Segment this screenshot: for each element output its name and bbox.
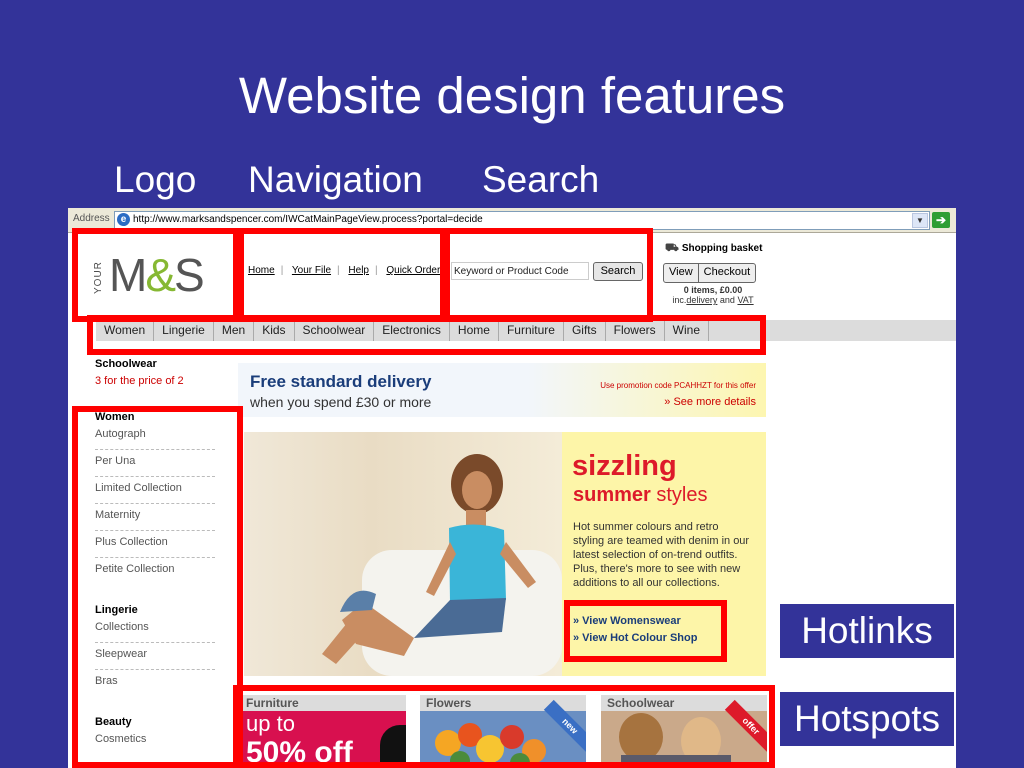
ie-page-icon: e bbox=[117, 213, 130, 226]
vat-link[interactable]: VAT bbox=[737, 295, 753, 305]
url-text: http://www.marksandspencer.com/IWCatMain… bbox=[133, 214, 483, 225]
model-photo bbox=[244, 432, 562, 676]
highlight-hotspots bbox=[233, 685, 775, 768]
sidebar-schoolwear-title[interactable]: Schoolwear bbox=[95, 358, 215, 370]
label-hotspots: Hotspots bbox=[778, 690, 956, 748]
highlight-search bbox=[444, 228, 653, 322]
slide-title: Website design features bbox=[238, 67, 786, 124]
basket-vat-note: inc.delivery and VAT bbox=[672, 295, 754, 305]
delivery-banner[interactable]: Free standard delivery when you spend £3… bbox=[238, 363, 766, 417]
address-label: Address bbox=[73, 213, 110, 224]
basket-buttons: View Checkout bbox=[663, 263, 757, 283]
highlight-hero-hotlinks bbox=[564, 600, 727, 662]
view-basket-button[interactable]: View bbox=[664, 264, 698, 282]
basket-items: 0 items, £0.00 bbox=[683, 285, 743, 295]
delivery-link[interactable]: delivery bbox=[686, 295, 717, 305]
dropdown-arrow-icon[interactable]: ▼ bbox=[912, 213, 928, 228]
highlight-logo bbox=[72, 228, 239, 322]
delivery-more-link[interactable]: » See more details bbox=[664, 396, 756, 408]
sidebar-schoolwear-promo[interactable]: 3 for the price of 2 bbox=[95, 375, 215, 387]
delivery-promo-code: Use promotion code PCAHHZT for this offe… bbox=[600, 381, 756, 390]
hero-headline: sizzling bbox=[572, 450, 677, 482]
delivery-headline: Free standard delivery bbox=[250, 372, 432, 391]
go-arrow-icon[interactable]: ➔ bbox=[932, 212, 950, 228]
basket-title: ⛟ Shopping basket bbox=[665, 242, 763, 254]
highlight-navigation-links bbox=[238, 228, 446, 322]
hero-subheadline: summer styles bbox=[573, 484, 708, 506]
label-hotlinks: Hotlinks bbox=[778, 602, 956, 660]
highlight-navigation-bar bbox=[87, 315, 766, 355]
checkout-button[interactable]: Checkout bbox=[697, 264, 755, 282]
hero-body-text: Hot summer colours and retro styling are… bbox=[573, 521, 750, 589]
caption-search: Search bbox=[482, 159, 600, 200]
caption-logo: Logo bbox=[114, 159, 197, 200]
caption-navigation: Navigation bbox=[248, 159, 423, 200]
delivery-subline: when you spend £30 or more bbox=[250, 394, 432, 410]
basket-icon: ⛟ bbox=[665, 242, 679, 254]
model-illustration bbox=[322, 454, 562, 676]
highlight-sidebar-hotlinks bbox=[72, 406, 243, 768]
